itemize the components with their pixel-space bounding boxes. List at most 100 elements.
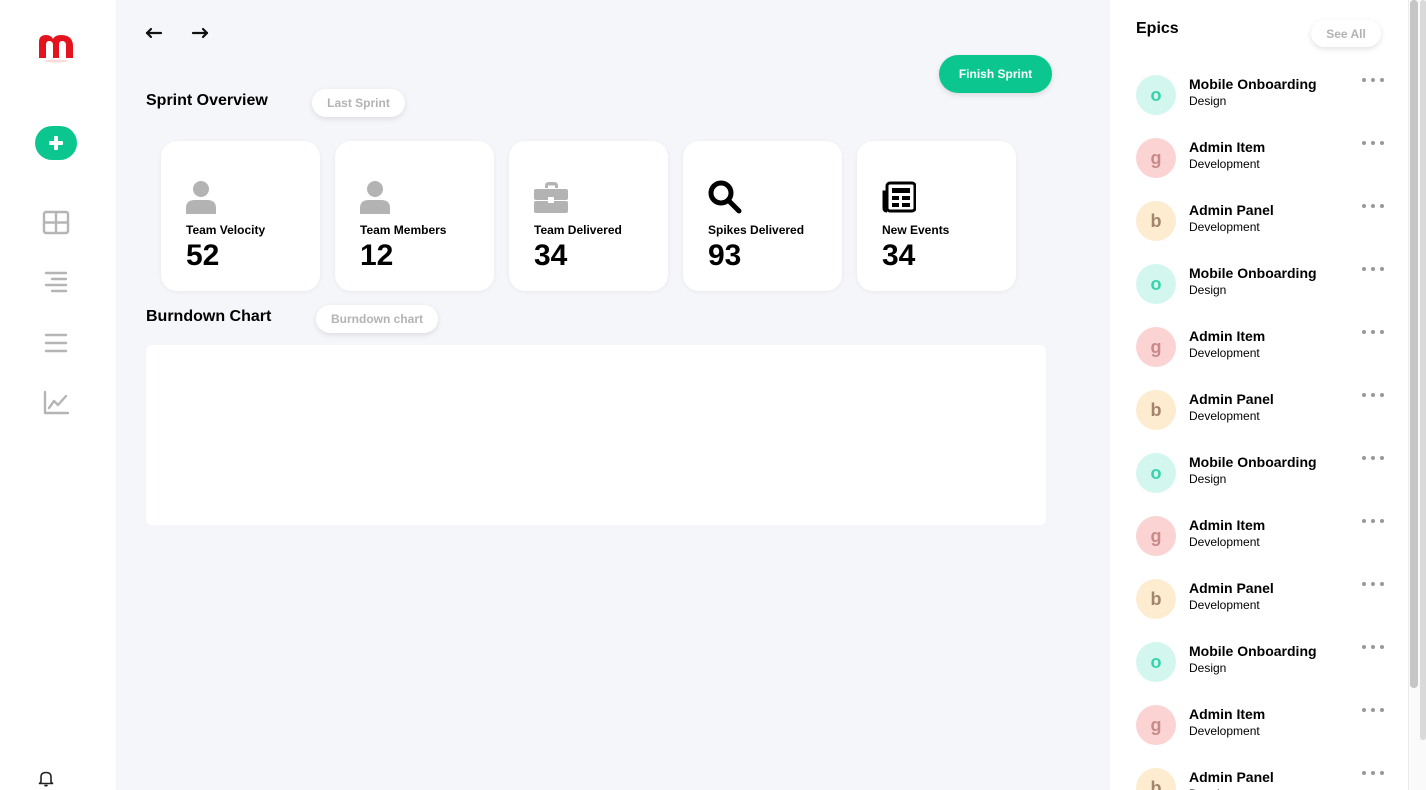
briefcase-icon: [534, 180, 568, 214]
epic-name: Mobile Onboarding: [1189, 643, 1317, 659]
scrollbar[interactable]: [1408, 0, 1426, 790]
stat-value: 12: [360, 239, 394, 272]
epic-name: Admin Panel: [1189, 391, 1274, 407]
epic-category: Design: [1189, 94, 1227, 108]
stat-card-team-delivered: Team Delivered 34: [509, 141, 668, 291]
epic-category: Design: [1189, 661, 1227, 675]
burndown-chart-title: Burndown Chart: [146, 308, 272, 325]
epic-list-item[interactable]: b Admin Panel Development: [1136, 390, 1386, 440]
more-options-icon[interactable]: [1362, 75, 1384, 85]
more-options-icon[interactable]: [1362, 201, 1384, 211]
arrow-right-icon[interactable]: [190, 24, 210, 42]
align-right-icon[interactable]: [42, 269, 70, 297]
epic-category: Design: [1189, 283, 1227, 297]
stat-value: 34: [882, 239, 916, 272]
line-chart-icon[interactable]: [42, 389, 70, 417]
more-options-icon[interactable]: [1362, 327, 1384, 337]
stat-label: New Events: [882, 223, 950, 237]
epic-list-item[interactable]: b Admin Panel Development: [1136, 201, 1386, 251]
finish-sprint-button[interactable]: Finish Sprint: [939, 55, 1052, 93]
user-icon: [360, 180, 394, 214]
epic-name: Admin Panel: [1189, 769, 1274, 785]
more-options-icon[interactable]: [1362, 453, 1384, 463]
stat-label: Team Delivered: [534, 223, 622, 237]
epic-name: Admin Item: [1189, 328, 1266, 344]
stat-label: Team Members: [360, 223, 447, 237]
brand-logo[interactable]: [36, 30, 76, 64]
last-sprint-filter[interactable]: Last Sprint: [312, 89, 405, 117]
burndown-chart-panel: [146, 345, 1046, 525]
stat-card-team-members: Team Members 12: [335, 141, 494, 291]
menu-lines-icon[interactable]: [42, 329, 70, 357]
epic-name: Mobile Onboarding: [1189, 76, 1317, 92]
epic-list-item[interactable]: g Admin Item Development: [1136, 138, 1386, 188]
epic-category: Design: [1189, 472, 1227, 486]
stat-card-spikes-delivered: Spikes Delivered 93: [683, 141, 842, 291]
epics-panel: Epics See All o Mobile Onboarding Design g A…: [1110, 0, 1408, 790]
epic-category: Development: [1189, 598, 1260, 612]
more-options-icon[interactable]: [1362, 516, 1384, 526]
more-options-icon[interactable]: [1362, 579, 1384, 589]
stat-value: 93: [708, 239, 742, 272]
epic-avatar: o: [1136, 642, 1176, 682]
main-content: Finish Sprint Sprint Overview Last Sprin…: [116, 0, 1110, 790]
epic-name: Mobile Onboarding: [1189, 265, 1317, 281]
epic-category: Development: [1189, 157, 1260, 171]
search-icon: [708, 180, 742, 214]
more-options-icon[interactable]: [1362, 705, 1384, 715]
epic-avatar: g: [1136, 327, 1176, 367]
add-icon: [49, 136, 63, 150]
epic-avatar: g: [1136, 138, 1176, 178]
more-options-icon[interactable]: [1362, 642, 1384, 652]
add-button[interactable]: [35, 126, 77, 160]
stat-value: 34: [534, 239, 568, 272]
bell-icon[interactable]: [37, 769, 55, 787]
stat-card-new-events: New Events 34: [857, 141, 1016, 291]
epic-list-item[interactable]: o Mobile Onboarding Design: [1136, 75, 1386, 125]
epic-list-item[interactable]: g Admin Item Development: [1136, 705, 1386, 755]
epic-name: Mobile Onboarding: [1189, 454, 1317, 470]
epic-category: Development: [1189, 409, 1260, 423]
epic-name: Admin Item: [1189, 139, 1266, 155]
epic-avatar: b: [1136, 201, 1176, 241]
stat-label: Team Velocity: [186, 223, 266, 237]
epic-avatar: o: [1136, 453, 1176, 493]
epic-list-item[interactable]: o Mobile Onboarding Design: [1136, 642, 1386, 692]
epic-name: Admin Item: [1189, 517, 1266, 533]
scrollbar-thumb[interactable]: [1410, 0, 1418, 688]
user-icon: [186, 180, 220, 214]
epic-avatar: b: [1136, 768, 1176, 790]
epic-name: Admin Panel: [1189, 202, 1274, 218]
epic-category: Development: [1189, 724, 1260, 738]
see-all-button[interactable]: See All: [1311, 20, 1381, 47]
epic-avatar: g: [1136, 705, 1176, 745]
epic-name: Admin Item: [1189, 706, 1266, 722]
epic-avatar: o: [1136, 75, 1176, 115]
more-options-icon[interactable]: [1362, 768, 1384, 778]
burndown-chart-filter[interactable]: Burndown chart: [316, 305, 438, 333]
epic-avatar: o: [1136, 264, 1176, 304]
epic-list-item[interactable]: b Admin Panel Development: [1136, 579, 1386, 629]
epics-title: Epics: [1136, 20, 1179, 37]
epic-list-item[interactable]: bAdmin PanelDevelopment: [1136, 768, 1386, 790]
epic-list-item[interactable]: o Mobile Onboarding Design: [1136, 453, 1386, 503]
stat-card-team-velocity: Team Velocity 52: [161, 141, 320, 291]
epic-name: Admin Panel: [1189, 580, 1274, 596]
more-options-icon[interactable]: [1362, 264, 1384, 274]
epic-category: Development: [1189, 535, 1260, 549]
stat-value: 52: [186, 239, 220, 272]
dashboard-grid-icon[interactable]: [42, 209, 70, 237]
epic-list-item[interactable]: g Admin Item Development: [1136, 327, 1386, 377]
more-options-icon[interactable]: [1362, 138, 1384, 148]
epic-avatar: b: [1136, 579, 1176, 619]
epic-avatar: g: [1136, 516, 1176, 556]
left-sidebar: [0, 0, 116, 790]
epic-category: Development: [1189, 220, 1260, 234]
epic-avatar: b: [1136, 390, 1176, 430]
arrow-left-icon[interactable]: [144, 24, 164, 42]
epic-list-item[interactable]: g Admin Item Development: [1136, 516, 1386, 566]
scrollbar-thumb-outer[interactable]: [1420, 0, 1426, 740]
epic-list-item[interactable]: o Mobile Onboarding Design: [1136, 264, 1386, 314]
more-options-icon[interactable]: [1362, 390, 1384, 400]
sprint-overview-title: Sprint Overview: [146, 92, 268, 109]
